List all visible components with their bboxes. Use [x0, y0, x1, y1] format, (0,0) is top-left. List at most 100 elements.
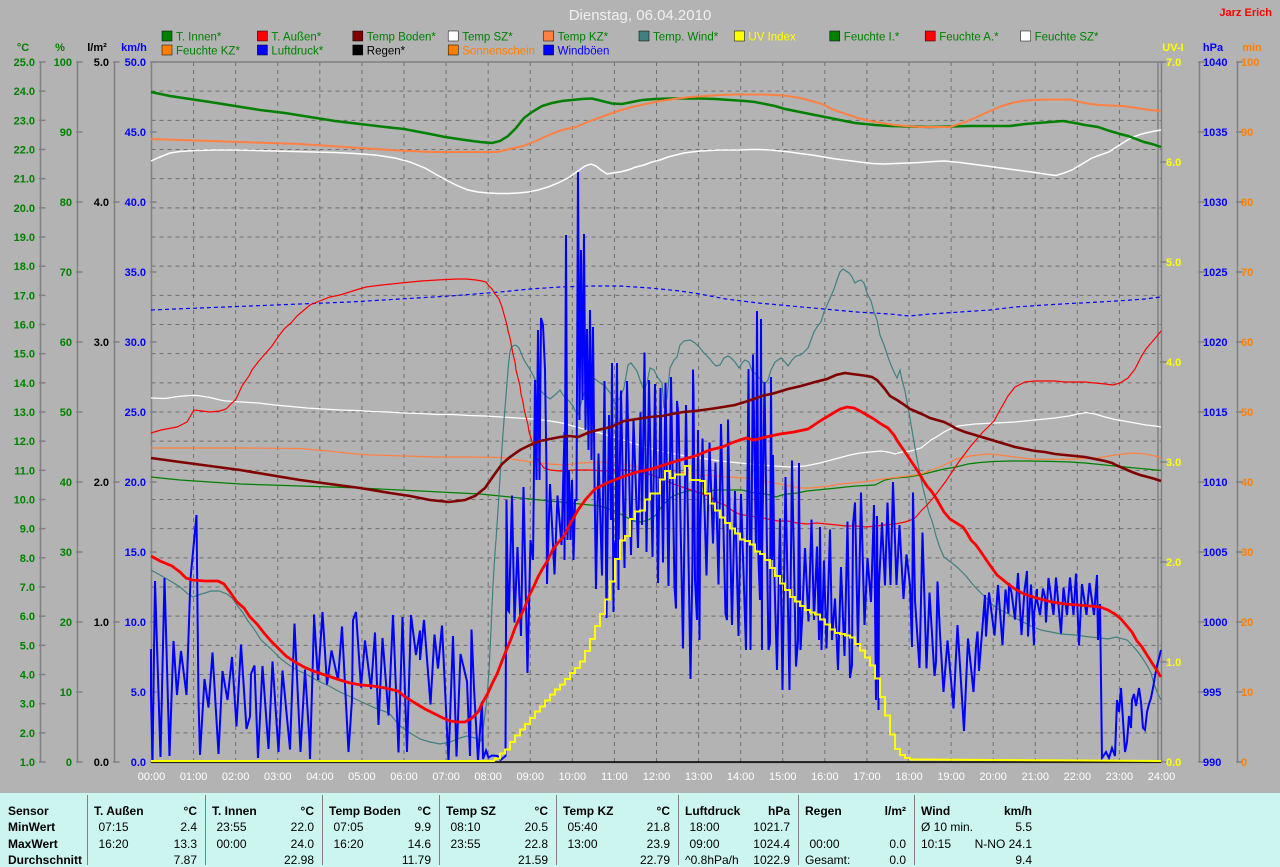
- svg-text:25.0: 25.0: [125, 407, 146, 419]
- svg-text:0.0: 0.0: [131, 757, 146, 769]
- svg-text:18:00: 18:00: [895, 771, 923, 783]
- svg-text:14:00: 14:00: [727, 771, 755, 783]
- svg-text:1040: 1040: [1203, 57, 1227, 69]
- svg-text:Temp SZ*: Temp SZ*: [462, 32, 513, 44]
- svg-text:Temp. Wind*: Temp. Wind*: [653, 32, 719, 44]
- svg-text:Regen*: Regen*: [367, 46, 406, 58]
- svg-text:1000: 1000: [1203, 617, 1227, 629]
- svg-text:1005: 1005: [1203, 547, 1227, 559]
- svg-text:18.0: 18.0: [14, 261, 35, 273]
- svg-text:7.0: 7.0: [20, 582, 35, 594]
- svg-text:Sonnenschein: Sonnenschein: [462, 46, 535, 58]
- svg-text:5.0: 5.0: [20, 640, 35, 652]
- svg-text:T. Außen*: T. Außen*: [271, 32, 321, 44]
- svg-text:990: 990: [1203, 757, 1221, 769]
- svg-text:10.0: 10.0: [125, 617, 146, 629]
- svg-text:19:00: 19:00: [937, 771, 965, 783]
- svg-text:21:00: 21:00: [1021, 771, 1049, 783]
- svg-text:0: 0: [66, 757, 72, 769]
- svg-text:08:00: 08:00: [474, 771, 502, 783]
- svg-text:995: 995: [1203, 687, 1221, 699]
- svg-text:Temp KZ*: Temp KZ*: [558, 32, 609, 44]
- svg-text:15.0: 15.0: [125, 547, 146, 559]
- svg-text:10: 10: [1241, 687, 1253, 699]
- svg-text:25.0: 25.0: [14, 57, 35, 69]
- svg-text:20:00: 20:00: [979, 771, 1007, 783]
- svg-text:22:00: 22:00: [1064, 771, 1092, 783]
- svg-text:3.0: 3.0: [20, 699, 35, 711]
- svg-text:17.0: 17.0: [14, 290, 35, 302]
- svg-text:9.0: 9.0: [20, 524, 35, 536]
- svg-text:60: 60: [60, 337, 72, 349]
- svg-text:24:00: 24:00: [1148, 771, 1176, 783]
- svg-text:22.0: 22.0: [14, 145, 35, 157]
- svg-text:11.0: 11.0: [14, 465, 35, 477]
- svg-text:Jarz Erich: Jarz Erich: [1219, 7, 1272, 19]
- svg-text:5.0: 5.0: [1166, 257, 1181, 269]
- svg-text:20: 20: [60, 617, 72, 629]
- svg-text:30: 30: [1241, 547, 1253, 559]
- svg-text:8.0: 8.0: [20, 553, 35, 565]
- svg-text:02:00: 02:00: [222, 771, 250, 783]
- svg-text:10: 10: [60, 687, 72, 699]
- svg-text:01:00: 01:00: [180, 771, 208, 783]
- svg-text:1.0: 1.0: [1166, 657, 1181, 669]
- svg-text:20.0: 20.0: [125, 477, 146, 489]
- svg-text:19.0: 19.0: [14, 232, 35, 244]
- svg-text:0.0: 0.0: [94, 757, 109, 769]
- svg-text:35.0: 35.0: [125, 267, 146, 279]
- svg-text:km/h: km/h: [121, 42, 147, 54]
- svg-text:70: 70: [60, 267, 72, 279]
- svg-text:05:00: 05:00: [348, 771, 376, 783]
- svg-text:4.0: 4.0: [1166, 357, 1181, 369]
- svg-text:40: 40: [60, 477, 72, 489]
- svg-text:45.0: 45.0: [125, 127, 146, 139]
- svg-text:100: 100: [54, 57, 72, 69]
- svg-text:1030: 1030: [1203, 197, 1227, 209]
- svg-text:l/m²: l/m²: [87, 42, 107, 54]
- svg-text:10.0: 10.0: [14, 495, 35, 507]
- svg-text:Feuchte A.*: Feuchte A.*: [939, 32, 999, 44]
- svg-text:30: 30: [60, 547, 72, 559]
- svg-text:20.0: 20.0: [14, 203, 35, 215]
- svg-text:2.0: 2.0: [94, 477, 109, 489]
- svg-text:70: 70: [1241, 267, 1253, 279]
- svg-text:0: 0: [1241, 757, 1247, 769]
- svg-text:50.0: 50.0: [125, 57, 146, 69]
- svg-text:7.0: 7.0: [1166, 57, 1181, 69]
- svg-text:90: 90: [60, 127, 72, 139]
- svg-text:23.0: 23.0: [14, 115, 35, 127]
- svg-text:80: 80: [1241, 197, 1253, 209]
- svg-text:1.0: 1.0: [94, 617, 109, 629]
- svg-text:Luftdruck*: Luftdruck*: [271, 46, 323, 58]
- svg-text:UV Index: UV Index: [748, 32, 796, 44]
- svg-text:2.0: 2.0: [20, 728, 35, 740]
- svg-text:16.0: 16.0: [14, 320, 35, 332]
- svg-text:3.0: 3.0: [1166, 457, 1181, 469]
- svg-text:Feuchte I.*: Feuchte I.*: [844, 32, 900, 44]
- svg-text:Feuchte SZ*: Feuchte SZ*: [1035, 32, 1099, 44]
- svg-text:00:00: 00:00: [138, 771, 166, 783]
- svg-text:5.0: 5.0: [131, 687, 146, 699]
- svg-text:15:00: 15:00: [769, 771, 797, 783]
- svg-text:13.0: 13.0: [14, 407, 35, 419]
- svg-text:1010: 1010: [1203, 477, 1227, 489]
- svg-text:Feuchte KZ*: Feuchte KZ*: [176, 46, 240, 58]
- svg-text:13:00: 13:00: [685, 771, 713, 783]
- svg-text:%: %: [55, 42, 65, 54]
- svg-text:6.0: 6.0: [20, 611, 35, 623]
- svg-text:4.0: 4.0: [94, 197, 109, 209]
- svg-text:23:00: 23:00: [1106, 771, 1134, 783]
- svg-text:UV-I: UV-I: [1162, 42, 1183, 54]
- svg-text:07:00: 07:00: [432, 771, 460, 783]
- svg-text:Dienstag, 06.04.2010: Dienstag, 06.04.2010: [569, 7, 712, 24]
- svg-text:1025: 1025: [1203, 267, 1227, 279]
- svg-text:04:00: 04:00: [306, 771, 334, 783]
- svg-text:11:00: 11:00: [601, 771, 628, 783]
- svg-text:6.0: 6.0: [1166, 157, 1181, 169]
- svg-text:1.0: 1.0: [20, 757, 35, 769]
- svg-text:30.0: 30.0: [125, 337, 146, 349]
- svg-text:T. Innen*: T. Innen*: [176, 32, 222, 44]
- svg-text:90: 90: [1241, 127, 1253, 139]
- svg-text:06:00: 06:00: [390, 771, 418, 783]
